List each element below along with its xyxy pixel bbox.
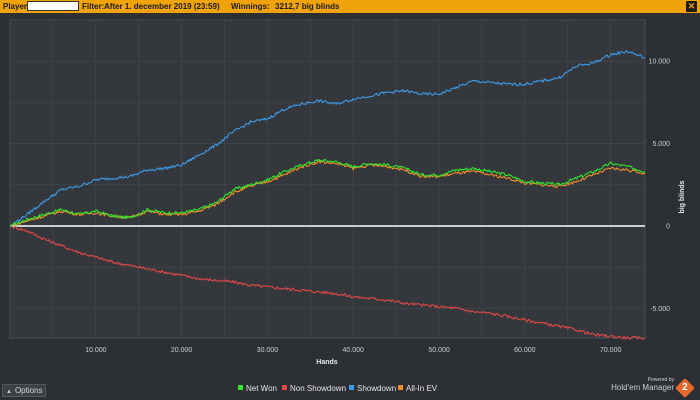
y-tick-label: -5.000 (650, 306, 670, 313)
legend-label-showdown: Showdown (357, 384, 397, 393)
close-icon[interactable]: ✕ (686, 1, 697, 12)
x-axis-label: Hands (316, 359, 338, 366)
y-tick-label: 5.000 (652, 141, 670, 148)
legend-item-non-showdown[interactable]: Non Showdown (282, 384, 346, 394)
y-tick-label: 0 (666, 223, 670, 230)
winnings-label: Winnings: (231, 2, 270, 11)
filter-label: Filter: (82, 2, 105, 11)
legend-swatch-non-showdown (282, 385, 287, 391)
legend-swatch-showdown (349, 385, 354, 391)
x-tick-label: 40.000 (343, 347, 365, 354)
legend-item-net-won[interactable]: Net Won (238, 384, 277, 394)
filter-value[interactable]: After 1. december 2019 (23:59) (104, 2, 220, 11)
x-tick-labels: 10.000 20.000 30.000 40.000 50.000 60.000 70.0… (85, 347, 621, 354)
legend-label-net-won: Net Won (246, 384, 277, 393)
options-button[interactable]: ▲ Options (2, 384, 46, 397)
options-label: Options (14, 386, 43, 395)
x-tick-label: 70.000 (600, 347, 622, 354)
chart-legend: Net Won Non Showdown Showdown All-In EV (0, 384, 700, 396)
winnings-graph: 10.000 20.000 30.000 40.000 50.000 60.000 70.0… (9, 19, 686, 366)
x-tick-label: 30.000 (257, 347, 279, 354)
x-tick-label: 60.000 (514, 347, 536, 354)
brand-badge: 2 (682, 382, 688, 393)
legend-label-non-showdown: Non Showdown (290, 384, 347, 393)
legend-item-showdown[interactable]: Showdown (349, 384, 396, 394)
x-tick-label: 50.000 (428, 347, 450, 354)
y-axis-label: big blinds (679, 180, 686, 213)
triangle-up-icon: ▲ (6, 389, 12, 395)
brand-text: Powered by Hold'em Manager (611, 377, 674, 393)
x-tick-label: 20.000 (171, 347, 193, 354)
player-label: Player: (3, 2, 30, 11)
player-name-field[interactable] (27, 1, 79, 11)
brand-name: Hold'em Manager (611, 383, 674, 392)
legend-swatch-net-won (238, 385, 243, 391)
filter-header-bar: Player: Filter: After 1. december 2019 (… (0, 0, 700, 13)
legend-label-all-in-ev: All-In EV (406, 384, 438, 393)
legend-item-all-in-ev[interactable]: All-In EV (398, 384, 437, 394)
x-tick-label: 10.000 (85, 347, 107, 354)
legend-swatch-all-in-ev (398, 385, 403, 391)
winnings-value: 3212,7 big blinds (275, 2, 340, 11)
y-tick-label: 10.000 (649, 59, 671, 66)
y-tick-labels: -5.000 0 5.000 10.000 (649, 59, 671, 313)
